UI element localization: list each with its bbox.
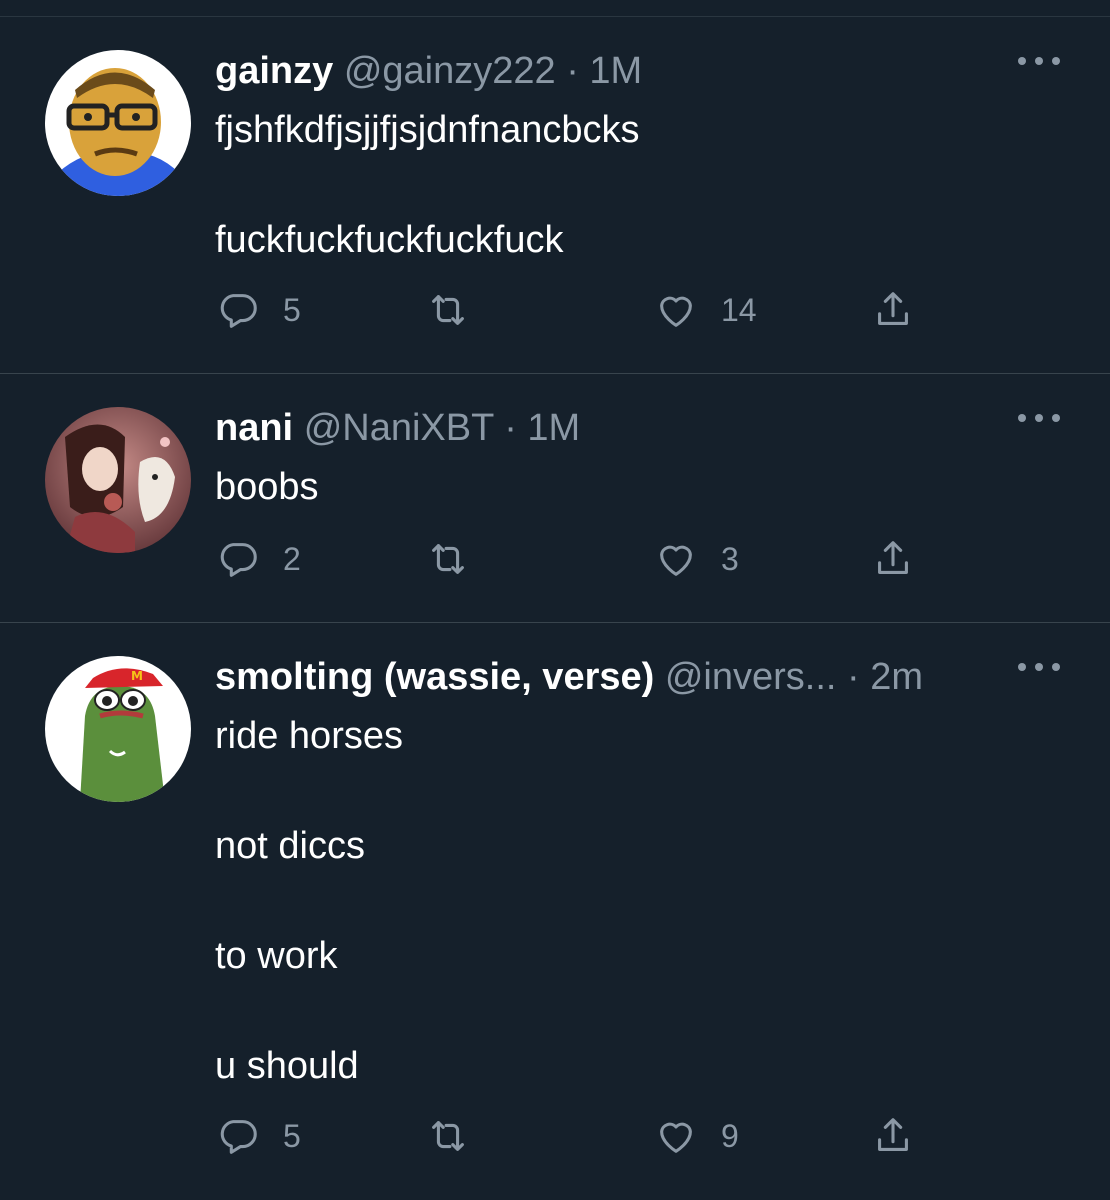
more-dots-icon[interactable] bbox=[1018, 408, 1060, 428]
retweet-button[interactable] bbox=[425, 1111, 493, 1161]
reply-button[interactable]: 5 bbox=[215, 285, 301, 335]
tweet-text-line: u should bbox=[215, 1045, 359, 1087]
cartoon-face-glasses-icon bbox=[45, 50, 191, 196]
heart-icon bbox=[660, 545, 692, 576]
timestamp[interactable]: 1M bbox=[589, 50, 642, 92]
tweet[interactable]: nani @NaniXBT · 1M boobs 2 3 bbox=[0, 374, 1110, 623]
user-handle[interactable]: @gainzy222 bbox=[344, 50, 556, 92]
tweet-text-line bbox=[215, 984, 403, 1039]
retweet-button[interactable] bbox=[425, 534, 493, 584]
avatar[interactable]: M bbox=[45, 656, 191, 802]
tweet-actions: 2 3 bbox=[215, 534, 935, 584]
user-handle[interactable]: @NaniXBT bbox=[304, 407, 494, 449]
separator: · bbox=[566, 50, 579, 92]
more-dots-icon[interactable] bbox=[1018, 51, 1060, 71]
reply-count: 2 bbox=[283, 540, 301, 577]
timestamp[interactable]: 1M bbox=[527, 407, 580, 449]
like-count: 3 bbox=[721, 540, 739, 577]
reply-count: 5 bbox=[283, 1117, 301, 1154]
share-button[interactable] bbox=[870, 534, 916, 584]
share-upload-icon bbox=[878, 1118, 908, 1151]
retweet-button[interactable] bbox=[425, 285, 493, 335]
retweet-arrows-icon bbox=[432, 1121, 464, 1151]
tweet-text-line bbox=[215, 874, 403, 929]
tweet-text-line bbox=[215, 158, 640, 213]
share-upload-icon bbox=[878, 292, 908, 325]
heart-icon bbox=[660, 296, 692, 327]
heart-icon bbox=[660, 1122, 692, 1153]
tweet-text-line: not diccs bbox=[215, 825, 365, 867]
more-dots-icon[interactable] bbox=[1018, 657, 1060, 677]
reply-bubble-icon bbox=[220, 543, 257, 577]
tweet-header: smolting (wassie, verse) @invers... · 2m bbox=[215, 653, 923, 701]
tweet[interactable]: M smolting (wassie, verse) @invers... · … bbox=[0, 623, 1110, 1200]
timeline-feed: gainzy @gainzy222 · 1M fjshfkdfjsjjfjsjd… bbox=[0, 0, 1110, 1200]
reply-bubble-icon bbox=[220, 294, 257, 328]
reply-bubble-icon bbox=[220, 1120, 257, 1154]
tweet-actions: 5 9 bbox=[215, 1111, 935, 1161]
share-button[interactable] bbox=[870, 285, 916, 335]
tweet-header: gainzy @gainzy222 · 1M bbox=[215, 47, 642, 95]
anime-girl-icon bbox=[45, 407, 191, 553]
separator: · bbox=[504, 407, 517, 449]
tweet-text-line: to work bbox=[215, 935, 338, 977]
separator: · bbox=[847, 656, 860, 698]
tweet-text-line: fjshfkdfjsjjfjsjdnfnancbcks bbox=[215, 109, 640, 151]
tweet-text-line bbox=[215, 764, 403, 819]
like-count: 14 bbox=[721, 291, 757, 328]
user-handle[interactable]: @invers... bbox=[665, 656, 837, 698]
like-button[interactable]: 14 bbox=[653, 285, 757, 335]
share-button[interactable] bbox=[870, 1111, 916, 1161]
retweet-arrows-icon bbox=[432, 544, 464, 574]
tweet-actions: 5 14 bbox=[215, 285, 935, 335]
tweet-header: nani @NaniXBT · 1M bbox=[215, 404, 580, 452]
reply-count: 5 bbox=[283, 291, 301, 328]
timestamp[interactable]: 2m bbox=[870, 656, 923, 698]
like-button[interactable]: 9 bbox=[653, 1111, 739, 1161]
tweet-text-line: ride horses bbox=[215, 715, 403, 757]
tweet-text: ride horses not diccs to work u should bbox=[215, 709, 403, 1094]
reply-button[interactable]: 2 bbox=[215, 534, 301, 584]
avatar[interactable] bbox=[45, 50, 191, 196]
like-count: 9 bbox=[721, 1117, 739, 1154]
svg-text:M: M bbox=[131, 669, 143, 683]
display-name[interactable]: gainzy bbox=[215, 50, 333, 92]
tweet-text-line: fuckfuckfuckfuckfuck bbox=[215, 219, 564, 261]
tweet[interactable]: gainzy @gainzy222 · 1M fjshfkdfjsjjfjsjd… bbox=[0, 17, 1110, 374]
display-name[interactable]: smolting (wassie, verse) bbox=[215, 656, 654, 698]
like-button[interactable]: 3 bbox=[653, 534, 739, 584]
share-upload-icon bbox=[878, 541, 908, 574]
display-name[interactable]: nani bbox=[215, 407, 293, 449]
frog-with-cap-icon: M bbox=[45, 656, 191, 802]
tweet-text: fjshfkdfjsjjfjsjdnfnancbcks fuckfuckfuck… bbox=[215, 103, 640, 268]
retweet-arrows-icon bbox=[432, 295, 464, 325]
reply-button[interactable]: 5 bbox=[215, 1111, 301, 1161]
avatar[interactable] bbox=[45, 407, 191, 553]
tweet-text-line: boobs bbox=[215, 466, 319, 508]
tweet-text: boobs bbox=[215, 460, 319, 515]
